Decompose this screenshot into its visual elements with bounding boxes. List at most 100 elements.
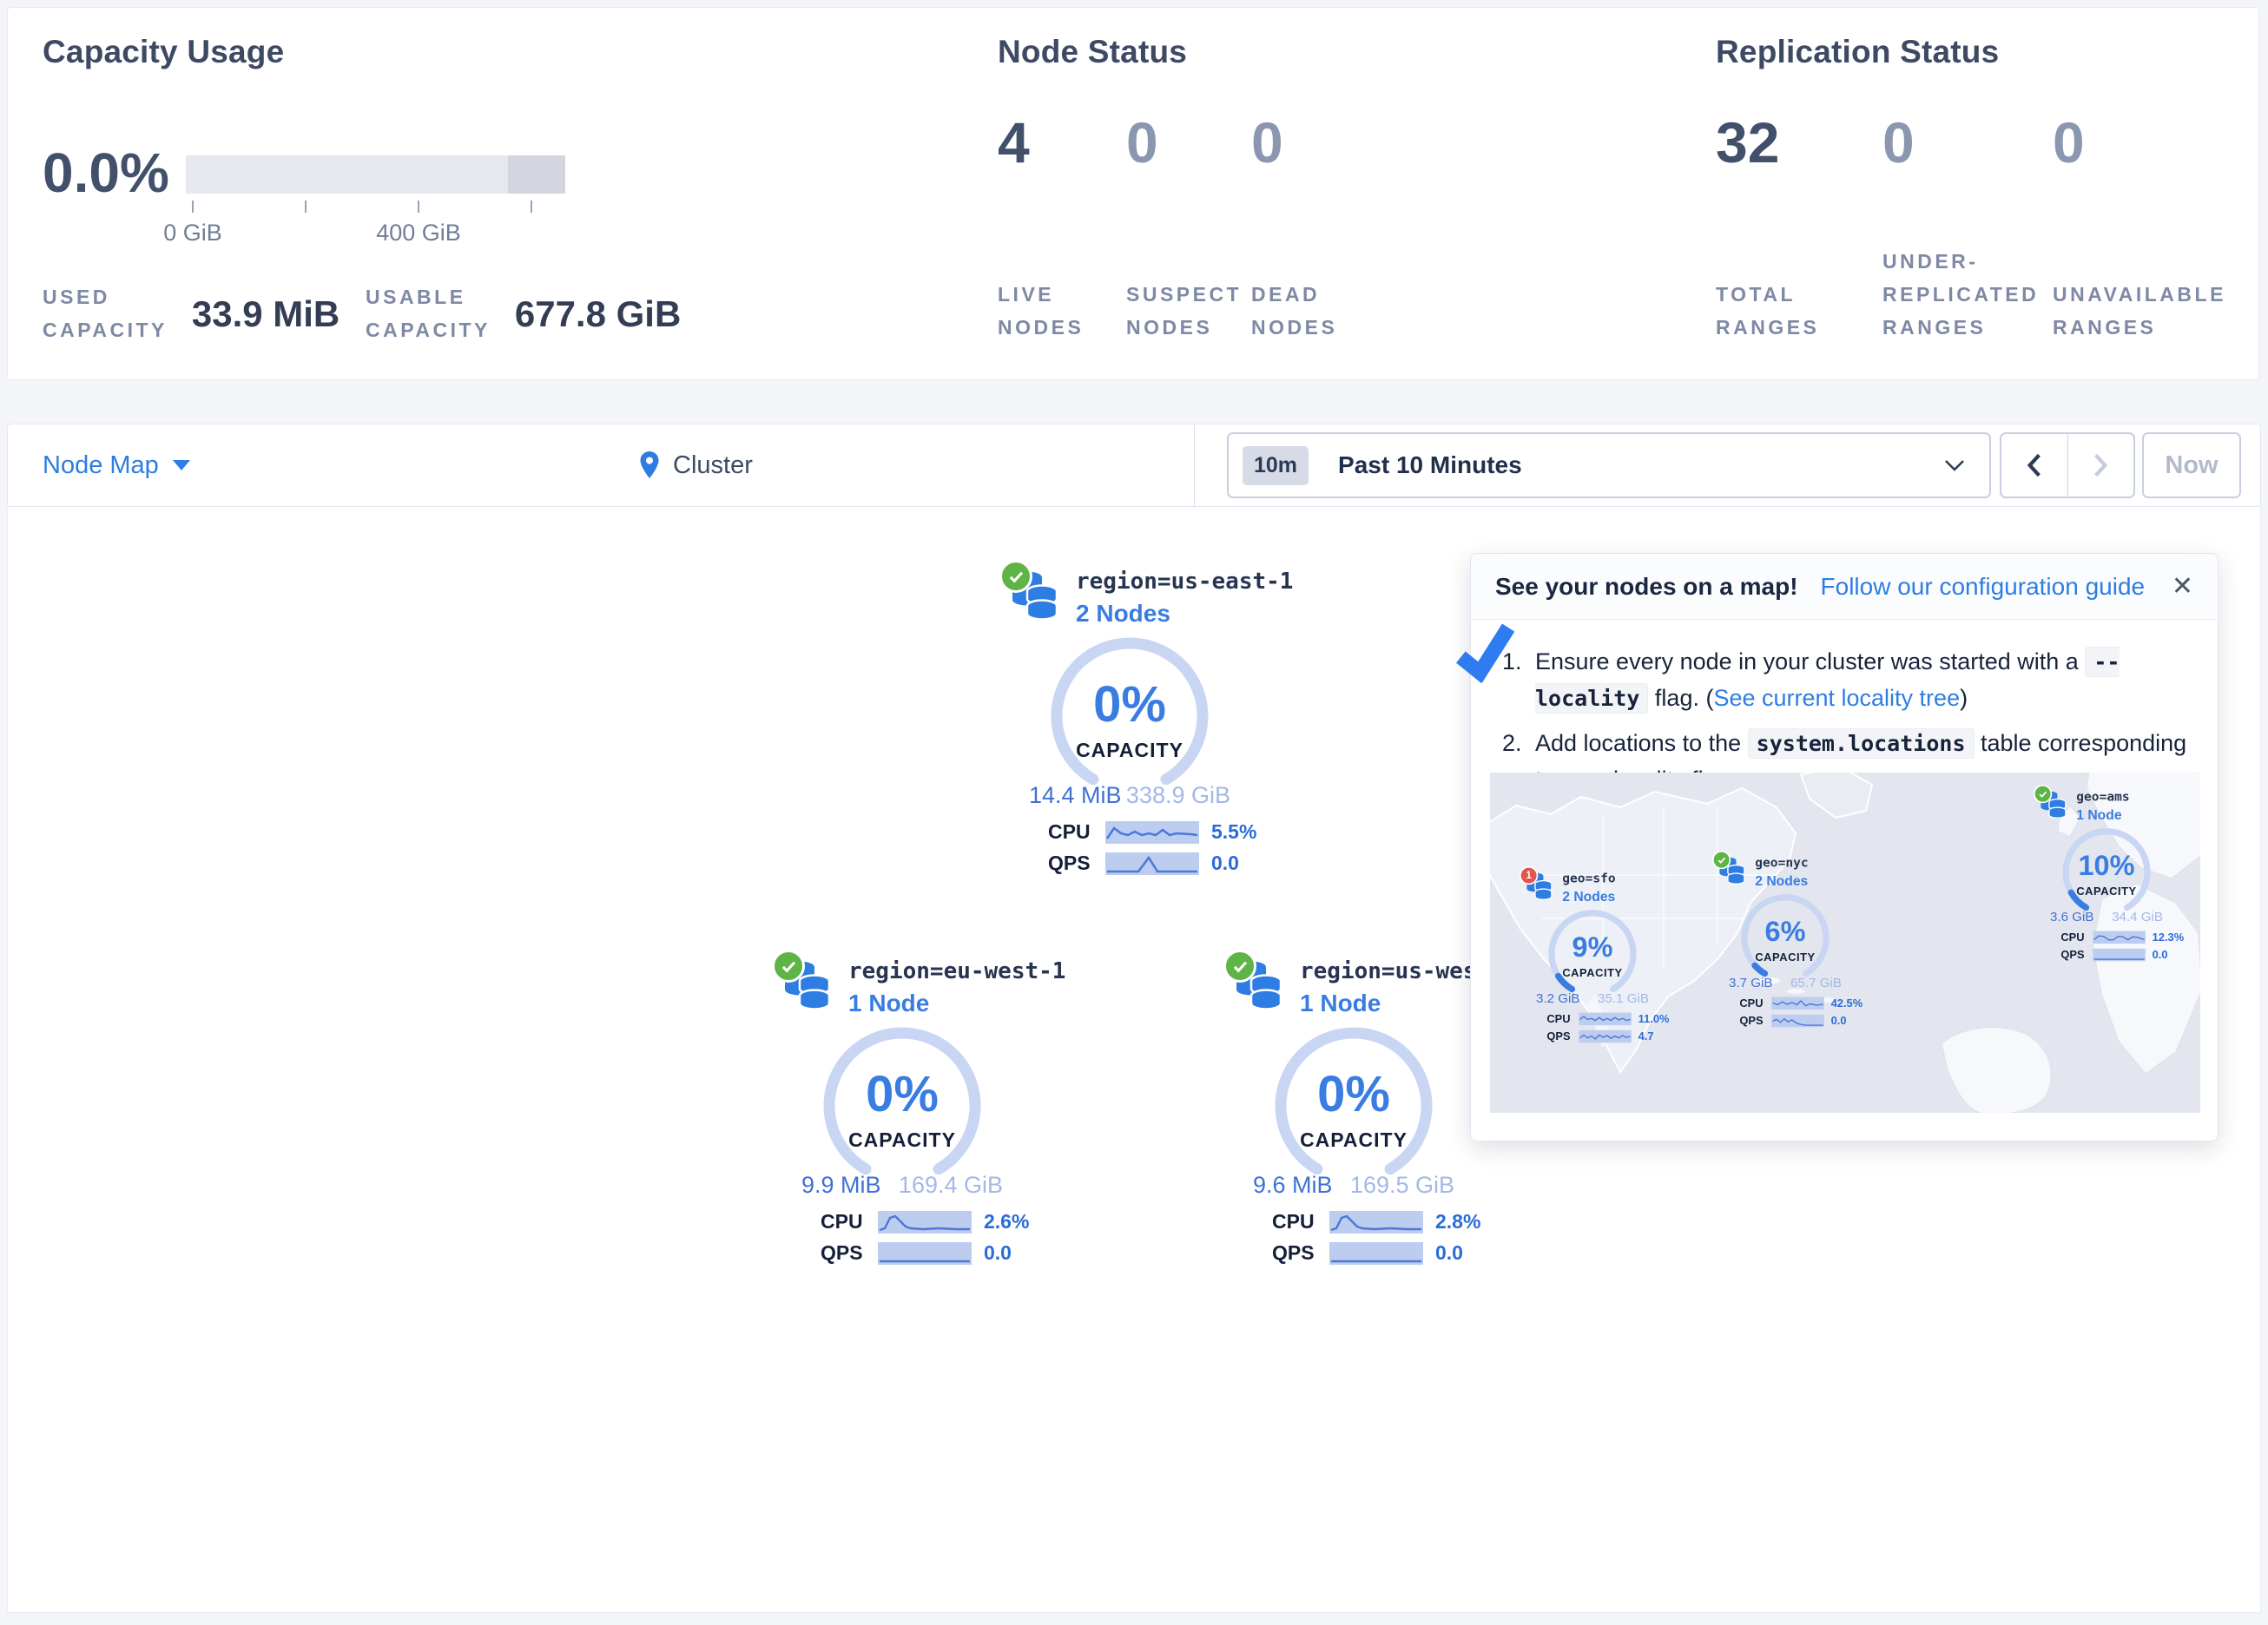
qps-sparkline [1329,1242,1423,1265]
step-text: Ensure every node in your cluster was st… [1535,644,2192,717]
qps-sparkline [2093,948,2145,961]
cpu-value: 11.0% [1638,1012,1670,1025]
capacity-usage-bar-other-segment [508,155,565,194]
qps-sparkline [1105,852,1199,875]
capacity-used: 3.2 GiB [1536,990,1579,1005]
usable-capacity-label: USABLE CAPACITY [366,281,491,347]
region-label: region=eu-west-1 [848,958,1065,984]
capacity-total: 338.9 GiB [1126,782,1230,809]
total-ranges-label: TOTAL RANGES [1716,279,1819,345]
capacity-total: 35.1 GiB [1598,990,1649,1005]
qps-label: QPS [1546,1030,1572,1043]
time-pager [2000,432,2135,498]
region-nodes-link[interactable]: 1 Node [848,990,929,1017]
node-status-title: Node Status [998,34,1605,70]
toolbar-divider [1194,424,1195,506]
qps-sparkline [878,1242,972,1265]
capacity-total: 65.7 GiB [1790,975,1842,990]
cpu-label: CPU [1739,997,1764,1010]
region-node-us-east-1: region=us-east-1 2 Nodes 0% CAPACITY 14.… [999,560,1286,900]
qps-value: 4.7 [1638,1030,1654,1043]
locality-tree-link[interactable]: See current locality tree [1713,685,1960,711]
capacity-usage-title: Capacity Usage [43,34,668,70]
time-next-button[interactable] [2068,434,2134,497]
capacity-word: CAPACITY [1734,951,1836,964]
qps-value: 0.0 [1831,1014,1847,1027]
map-pin-icon [638,451,661,480]
time-range-dropdown[interactable]: 10m Past 10 Minutes [1227,432,1991,498]
used-capacity-value: 33.9 MiB [192,293,340,335]
replication-status-section: Replication Status 32 0 0 TOTAL RANGES U… [1716,34,2254,70]
popup-body: 1. Ensure every node in your cluster was… [1471,620,2218,798]
region-nodes-link[interactable]: 1 Node [1300,990,1381,1017]
capacity-percent: 0% [1038,680,1221,730]
capacity-percent: 10% [2055,852,2158,879]
region-label: geo=ams [2076,790,2129,805]
cpu-sparkline [1329,1211,1423,1234]
axis-tick-label: 400 GiB [376,220,461,247]
region-nodes-link[interactable]: 1 Node [2076,807,2121,823]
node-map-canvas: region=us-east-1 2 Nodes 0% CAPACITY 14.… [7,507,2261,1613]
axis-tick [192,201,194,213]
capacity-total: 169.5 GiB [1350,1172,1454,1199]
unavailable-count: 0 [2053,114,2085,171]
breadcrumb[interactable]: Cluster [638,424,753,506]
cpu-label: CPU [1272,1210,1317,1234]
cpu-sparkline [2093,931,2145,944]
cpu-label: CPU [2060,931,2086,944]
capacity-percent: 0% [811,1069,993,1120]
healthy-check-icon [772,950,805,983]
time-range-label: Past 10 Minutes [1338,451,1522,479]
region-nodes-link[interactable]: 2 Nodes [1562,889,1615,905]
cpu-sparkline [1105,821,1199,844]
instruction-step: 1. Ensure every node in your cluster was… [1502,644,2192,717]
cpu-sparkline [878,1211,972,1234]
cpu-sparkline [1579,1012,1631,1025]
view-selector-dropdown[interactable]: Node Map [43,424,190,506]
step-text-part: flag. ( [1648,685,1713,711]
region-label: geo=nyc [1755,856,1808,871]
live-nodes-count: 4 [998,114,1030,171]
summary-panel: Capacity Usage 0.0% 0 GiB 400 GiB USED C… [7,7,2259,380]
capacity-total: 34.4 GiB [2112,909,2163,924]
capacity-usage-bar [186,155,565,194]
geo-node-sfo: 1 geo=sfo 2 Nodes 9% CAPACITY 3.2 GiB 35… [1520,866,1680,1057]
cpu-sparkline [1771,997,1823,1010]
error-count-badge: 1 [1520,866,1538,885]
capacity-used: 3.7 GiB [1729,975,1772,990]
qps-value: 0.0 [2153,948,2168,961]
region-node-us-west-1: region=us-west-1 1 Node 0% CAPACITY 9.6 … [1223,950,1510,1290]
qps-label: QPS [1272,1241,1317,1265]
chevron-down-icon [1944,458,1965,472]
region-nodes-link[interactable]: 2 Nodes [1076,600,1170,628]
step-text-part: Ensure every node in your cluster was st… [1535,648,2085,674]
capacity-word: CAPACITY [1541,966,1644,979]
capacity-word: CAPACITY [811,1128,993,1152]
now-button[interactable]: Now [2142,432,2241,498]
live-nodes-label: LIVE NODES [998,279,1084,345]
capacity-used: 3.6 GiB [2050,909,2093,924]
qps-label: QPS [821,1241,866,1265]
qps-value: 0.0 [1435,1241,1463,1265]
geo-node-ams: geo=ams 1 Node 10% CAPACITY 3.6 GiB 34.4… [2034,785,2194,976]
axis-tick [418,201,419,213]
breadcrumb-label: Cluster [673,451,753,480]
used-capacity-label: USED CAPACITY [43,281,168,347]
configuration-guide-link[interactable]: Follow our configuration guide [1821,573,2146,601]
qps-sparkline [1771,1014,1823,1027]
axis-tick [305,201,307,213]
blue-check-icon [1451,620,1521,685]
replication-status-title: Replication Status [1716,34,2254,70]
world-minimap: 1 geo=sfo 2 Nodes 9% CAPACITY 3.2 GiB 35… [1490,773,2200,1113]
nodes-on-map-popup: See your nodes on a map! Follow our conf… [1470,553,2219,1141]
suspect-nodes-count: 0 [1126,114,1158,171]
region-nodes-link[interactable]: 2 Nodes [1755,873,1808,889]
cpu-value: 12.3% [2153,931,2185,944]
axis-tick [531,201,532,213]
close-icon[interactable]: ✕ [2172,571,2193,602]
time-prev-button[interactable] [2001,434,2068,497]
cpu-label: CPU [1048,820,1093,844]
geo-node-nyc: geo=nyc 2 Nodes 6% CAPACITY 3.7 GiB 65.7… [1712,851,1873,1042]
capacity-usage-section: Capacity Usage 0.0% 0 GiB 400 GiB USED C… [43,34,668,70]
qps-label: QPS [2060,948,2086,961]
